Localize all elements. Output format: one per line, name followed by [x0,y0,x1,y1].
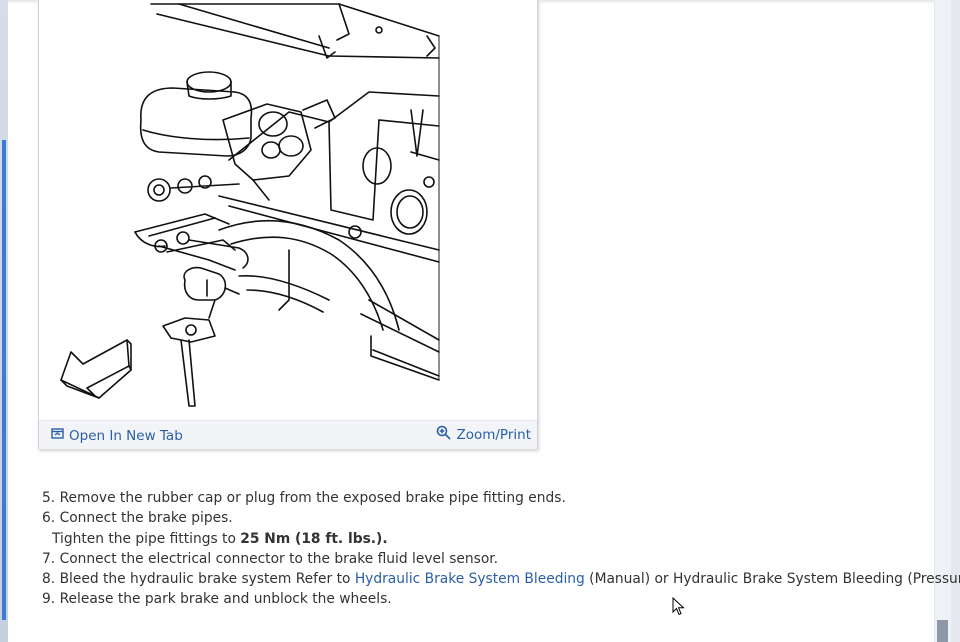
window-accent-bar [2,140,6,620]
step-8: 8. Bleed the hydraulic brake system Refe… [42,569,960,589]
figure-card: Open In New Tab Zoom/Print [38,0,538,449]
step-number: 9. [42,591,56,608]
hydraulic-brake-bleeding-link[interactable]: Hydraulic Brake System Bleeding [355,571,585,587]
open-tab-icon [51,427,64,444]
step-7: 7. Connect the electrical connector to t… [42,549,922,569]
step-text: Connect the brake pipes. [59,510,233,527]
step-9: 9. Release the park brake and unblock th… [42,589,922,609]
procedure-steps: 5. Remove the rubber cap or plug from th… [42,488,960,610]
zoom-print-link[interactable]: Zoom/Print [436,425,531,444]
step-number: 8. [42,571,56,588]
step-6: 6. Connect the brake pipes. [42,508,922,528]
open-in-new-tab-link[interactable]: Open In New Tab [51,427,183,444]
window-left-edge [0,0,8,642]
brake-diagram-image [39,0,537,420]
step-number: 7. [42,550,56,567]
scrollbar-thumb[interactable] [937,620,948,642]
step-number: 6. [42,510,56,527]
scrollbar-track[interactable] [935,0,951,642]
step-text-before: Bleed the hydraulic brake system Refer t… [59,571,355,588]
torque-spec-value: 25 Nm (18 ft. lbs.). [240,530,388,547]
open-in-new-tab-label: Open In New Tab [69,427,183,444]
figure-footer: Open In New Tab Zoom/Print [39,420,537,449]
step-number: 5. [42,490,56,506]
step-text-after: (Manual) or Hydraulic Brake System Bleed… [584,571,960,588]
step-text: Release the park brake and unblock the w… [59,591,392,608]
zoom-icon [436,425,452,444]
torque-spec-prefix: Tighten the pipe fittings to [52,530,241,547]
step-6-torque-spec: Tighten the pipe fittings to 25 Nm (18 f… [42,529,922,549]
zoom-print-label: Zoom/Print [456,426,531,443]
mouse-cursor-icon [672,596,685,616]
step-text: Remove the rubber cap or plug from the e… [59,490,566,506]
step-5: 5. Remove the rubber cap or plug from th… [42,488,922,508]
step-text: Connect the electrical connector to the … [59,550,499,567]
